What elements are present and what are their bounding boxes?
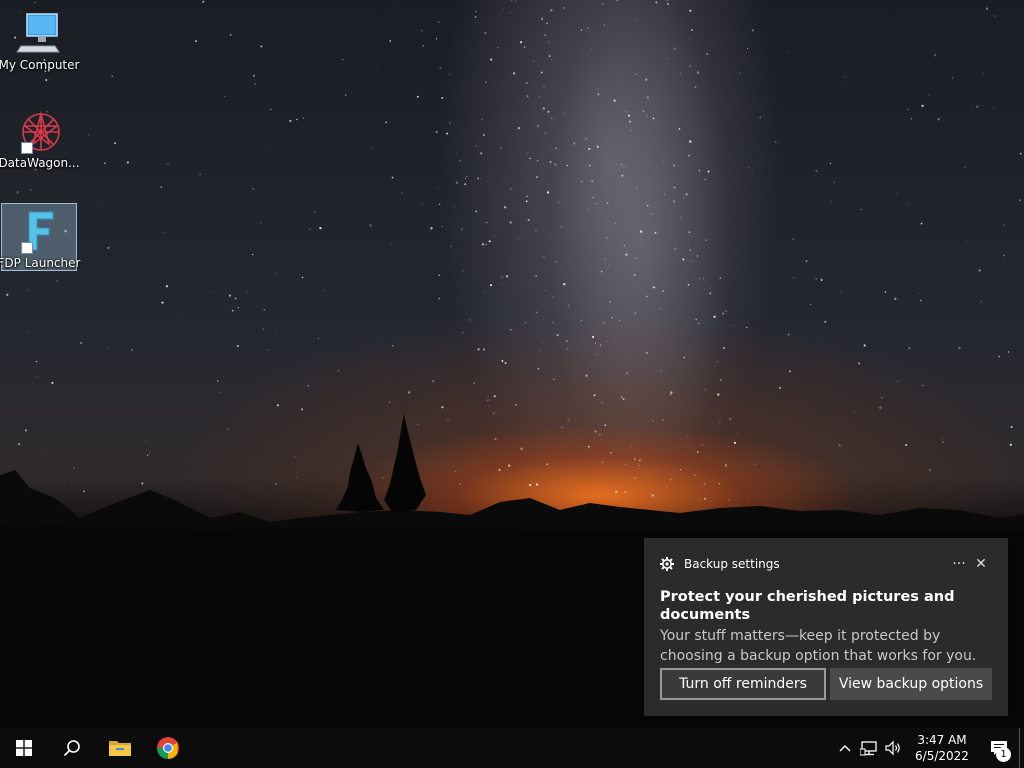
desktop-icon-label: DataWagon... <box>0 156 80 170</box>
volume-icon[interactable] <box>881 728 905 768</box>
toast-app-name: Backup settings <box>684 557 780 571</box>
network-icon[interactable] <box>857 728 881 768</box>
notification-count-badge: 1 <box>996 747 1011 762</box>
action-center-button[interactable]: 1 <box>979 728 1019 768</box>
fdp-launcher-icon <box>15 208 63 254</box>
start-button[interactable] <box>0 728 48 768</box>
close-icon[interactable]: ✕ <box>970 553 992 575</box>
chrome-button[interactable] <box>144 728 192 768</box>
toast-title: Protect your cherished pictures and docu… <box>660 589 955 623</box>
gear-icon <box>660 557 674 571</box>
backup-toast-notification: Backup settings ··· ✕ Protect your cheri… <box>644 538 1008 716</box>
search-button[interactable] <box>48 728 96 768</box>
taskbar: 3:47 AM 6/5/2022 1 <box>0 728 1024 768</box>
windows-logo-icon <box>16 740 32 756</box>
desktop-icon-fdp-launcher[interactable]: FDP Launcher <box>0 203 81 271</box>
more-options-icon[interactable]: ··· <box>948 553 970 575</box>
taskbar-clock[interactable]: 3:47 AM 6/5/2022 <box>905 732 979 764</box>
toast-actions: Turn off reminders View backup options <box>660 668 992 700</box>
desktop-icon-datawagon[interactable]: DataWagon... <box>0 104 80 172</box>
system-tray: 3:47 AM 6/5/2022 1 <box>833 728 1024 768</box>
folder-icon <box>109 741 131 756</box>
search-icon <box>63 740 80 757</box>
desktop-icon-label: My Computer <box>0 58 80 72</box>
show-desktop-button[interactable] <box>1019 728 1024 768</box>
clock-time: 3:47 AM <box>917 733 967 747</box>
show-hidden-icons-chevron-icon[interactable] <box>833 728 857 768</box>
toast-header: Backup settings ··· ✕ <box>660 538 992 590</box>
clock-date: 6/5/2022 <box>915 749 969 763</box>
chrome-icon <box>157 737 179 759</box>
shortcut-arrow-icon <box>21 142 33 154</box>
computer-icon <box>15 10 63 56</box>
desktop-icon-my-computer[interactable]: My Computer <box>0 6 80 74</box>
datawagon-icon <box>15 108 63 154</box>
turn-off-reminders-button[interactable]: Turn off reminders <box>660 668 826 700</box>
toast-body: Your stuff matters—keep it protected by … <box>660 628 977 664</box>
desktop-icon-label: FDP Launcher <box>0 256 81 270</box>
shortcut-arrow-icon <box>21 242 33 254</box>
view-backup-options-button[interactable]: View backup options <box>830 668 992 700</box>
file-explorer-button[interactable] <box>96 728 144 768</box>
